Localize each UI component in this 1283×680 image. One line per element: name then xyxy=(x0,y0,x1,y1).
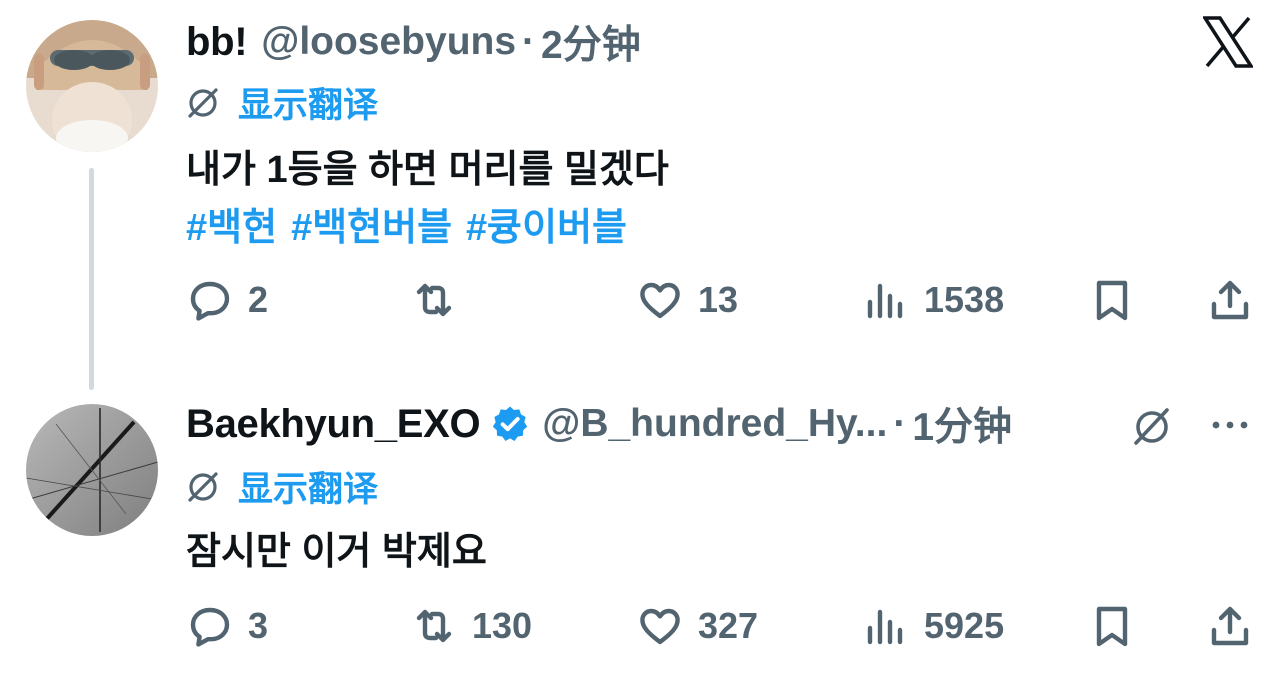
like-button[interactable]: 13 xyxy=(636,276,738,324)
hashtag-link[interactable]: #큥이버블 xyxy=(466,196,627,251)
grok-button[interactable] xyxy=(1130,404,1174,448)
views-button[interactable]: 1538 xyxy=(862,276,1004,324)
bookmark-icon xyxy=(1096,280,1128,321)
hashtags: #백현 #백현버블 #큥이버블 xyxy=(186,196,641,251)
more-icon xyxy=(1212,421,1248,429)
retweet-button[interactable] xyxy=(410,276,472,324)
separator-dot: · xyxy=(522,20,536,63)
show-translation-label: 显示翻译 xyxy=(238,85,379,125)
views-icon xyxy=(867,609,903,645)
display-name[interactable]: bb! xyxy=(186,20,248,65)
reply-icon xyxy=(190,607,230,647)
views-icon xyxy=(867,283,903,319)
share-button[interactable] xyxy=(1206,602,1268,650)
bookmark-button[interactable] xyxy=(1088,602,1150,650)
tweet-header: Baekhyun_EXO @B_hundred_Hy... · 1分钟 xyxy=(186,400,1012,450)
x-logo-icon xyxy=(1201,16,1255,68)
tweet-header: bb! @loosebyuns · 2分钟 xyxy=(186,18,641,68)
retweet-button[interactable]: 130 xyxy=(410,602,532,650)
show-translation-link[interactable]: 显示翻译 xyxy=(184,80,378,125)
more-button[interactable] xyxy=(1208,410,1252,440)
views-count: 5925 xyxy=(924,605,1005,646)
tweet-text: 내가 1등을 하면 머리를 밀겠다 xyxy=(186,149,669,191)
like-count: 13 xyxy=(698,279,739,320)
share-button[interactable] xyxy=(1206,276,1268,324)
reply-count: 2 xyxy=(248,279,269,320)
timestamp[interactable]: 2分钟 xyxy=(541,14,641,70)
show-translation-label: 显示翻译 xyxy=(238,469,379,509)
like-count: 327 xyxy=(698,605,759,646)
reply-count: 3 xyxy=(248,605,269,646)
share-icon xyxy=(1211,280,1249,320)
share-icon xyxy=(1211,606,1249,646)
thread-line xyxy=(89,168,94,390)
like-button[interactable]: 327 xyxy=(636,602,758,650)
views-count: 1538 xyxy=(924,279,1005,320)
views-button[interactable]: 5925 xyxy=(862,602,1004,650)
tweet-text: 잠시만 이거 박제요 xyxy=(186,531,487,573)
hashtag-link[interactable]: #백현버블 xyxy=(291,196,452,251)
avatar[interactable] xyxy=(26,20,158,152)
display-name[interactable]: Baekhyun_EXO xyxy=(186,402,481,447)
like-icon xyxy=(640,282,680,319)
timestamp[interactable]: 1分钟 xyxy=(912,396,1012,452)
bookmark-button[interactable] xyxy=(1088,276,1150,324)
grok-icon xyxy=(1134,408,1169,445)
reply-button[interactable]: 2 xyxy=(186,276,268,324)
verified-badge-icon xyxy=(493,406,528,441)
reply-icon xyxy=(190,281,230,321)
translate-icon xyxy=(188,88,218,118)
translate-icon xyxy=(188,472,218,502)
retweet-icon xyxy=(416,283,452,317)
like-icon xyxy=(640,608,680,645)
retweet-icon xyxy=(416,609,452,643)
handle[interactable]: @loosebyuns xyxy=(261,20,516,64)
hashtag-link[interactable]: #백현 xyxy=(186,196,277,251)
bookmark-icon xyxy=(1096,606,1128,647)
avatar[interactable] xyxy=(26,404,158,536)
show-translation-link[interactable]: 显示翻译 xyxy=(184,464,378,509)
retweet-count: 130 xyxy=(472,605,533,646)
separator-dot: · xyxy=(893,402,907,445)
reply-button[interactable]: 3 xyxy=(186,602,268,650)
handle[interactable]: @B_hundred_Hy... xyxy=(542,402,887,446)
